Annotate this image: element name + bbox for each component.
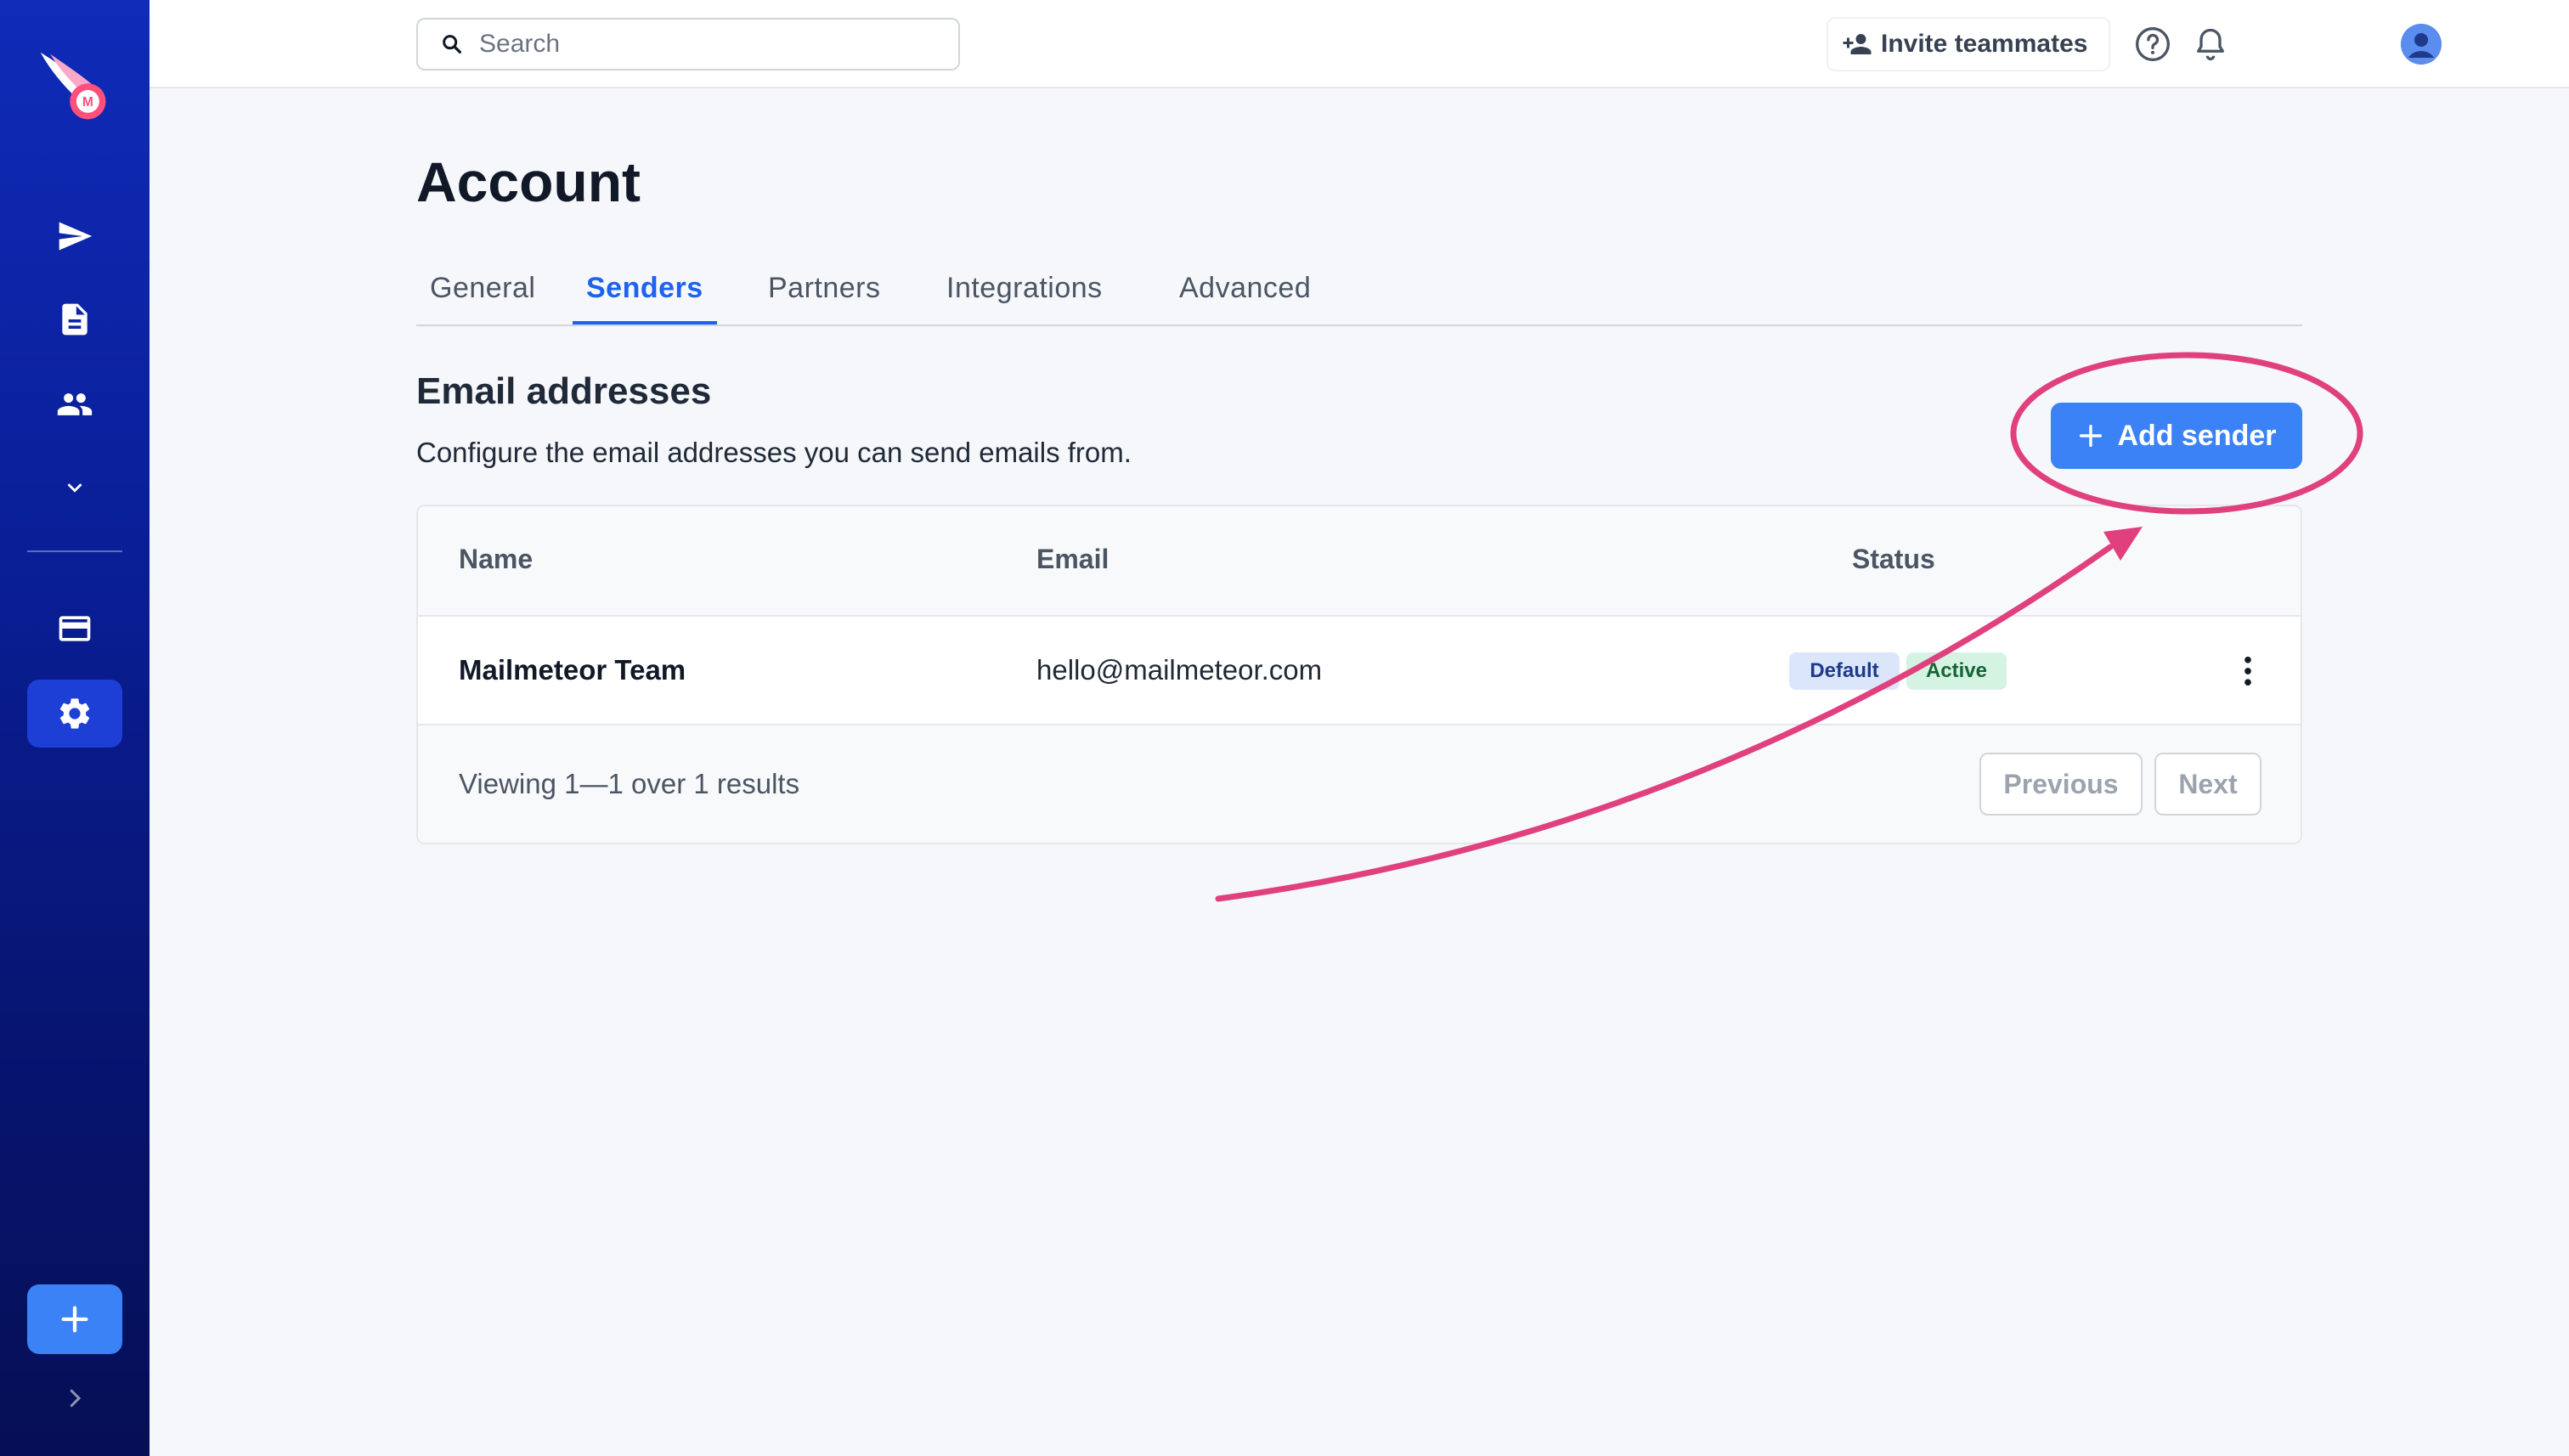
plus-icon xyxy=(2080,424,2103,448)
next-page-button[interactable]: Next xyxy=(2154,753,2261,815)
sender-email: hello@mailmeteor.com xyxy=(1036,654,1323,686)
add-sender-button[interactable]: Add sender xyxy=(2051,403,2302,469)
section-title: Email addresses xyxy=(416,370,712,412)
more-options-icon[interactable] xyxy=(2231,649,2265,693)
gear-icon[interactable] xyxy=(27,680,122,748)
column-header-status: Status xyxy=(1852,544,1935,574)
create-button[interactable] xyxy=(27,1284,122,1354)
tab-partners[interactable]: Partners xyxy=(768,272,881,324)
search-input[interactable] xyxy=(479,30,921,59)
send-icon[interactable] xyxy=(37,202,112,270)
bell-icon[interactable] xyxy=(2190,24,2231,65)
search-icon xyxy=(443,35,461,54)
tab-advanced[interactable]: Advanced xyxy=(1179,272,1311,324)
sender-name: Mailmeteor Team xyxy=(459,654,686,686)
mailmeteor-logo-icon[interactable]: M xyxy=(34,48,116,129)
add-sender-label: Add sender xyxy=(2117,419,2277,452)
tab-senders[interactable]: Senders xyxy=(573,272,717,324)
table-header: Name Email Status xyxy=(418,506,2301,617)
previous-page-button[interactable]: Previous xyxy=(1979,753,2143,815)
invite-teammates-label: Invite teammates xyxy=(1881,30,2088,58)
search-box[interactable] xyxy=(416,18,960,71)
tab-integrations[interactable]: Integrations xyxy=(946,272,1103,324)
table-footer: Viewing 1—1 over 1 results Previous Next xyxy=(418,725,2301,843)
credit-card-icon[interactable] xyxy=(37,595,112,663)
sidebar: M xyxy=(0,0,150,1456)
page-title: Account xyxy=(416,150,641,213)
top-bar: Invite teammates xyxy=(150,0,2569,88)
status-badge-active: Active xyxy=(1906,652,2007,690)
section-description: Configure the email addresses you can se… xyxy=(416,437,1132,468)
add-person-icon xyxy=(1843,34,1872,54)
svg-text:M: M xyxy=(82,95,93,110)
chevron-down-icon[interactable] xyxy=(37,454,112,522)
plus-icon xyxy=(61,1306,88,1333)
document-icon[interactable] xyxy=(37,285,112,353)
invite-teammates-button[interactable]: Invite teammates xyxy=(1827,17,2110,71)
account-tabs: General Senders Partners Integrations Ad… xyxy=(416,263,2302,326)
people-icon[interactable] xyxy=(37,370,112,438)
column-header-email: Email xyxy=(1036,544,1109,574)
results-count: Viewing 1—1 over 1 results xyxy=(459,768,800,799)
table-row[interactable]: Mailmeteor Team hello@mailmeteor.com Def… xyxy=(418,617,2301,725)
senders-table: Name Email Status Mailmeteor Team hello@… xyxy=(416,505,2302,844)
user-avatar-icon[interactable] xyxy=(2401,24,2442,65)
sidebar-divider xyxy=(27,550,122,552)
tab-general[interactable]: General xyxy=(430,272,535,324)
help-icon[interactable] xyxy=(2132,24,2173,65)
column-header-name: Name xyxy=(459,544,534,574)
expand-sidebar-icon[interactable] xyxy=(58,1381,92,1415)
status-badge-default: Default xyxy=(1789,652,1900,690)
